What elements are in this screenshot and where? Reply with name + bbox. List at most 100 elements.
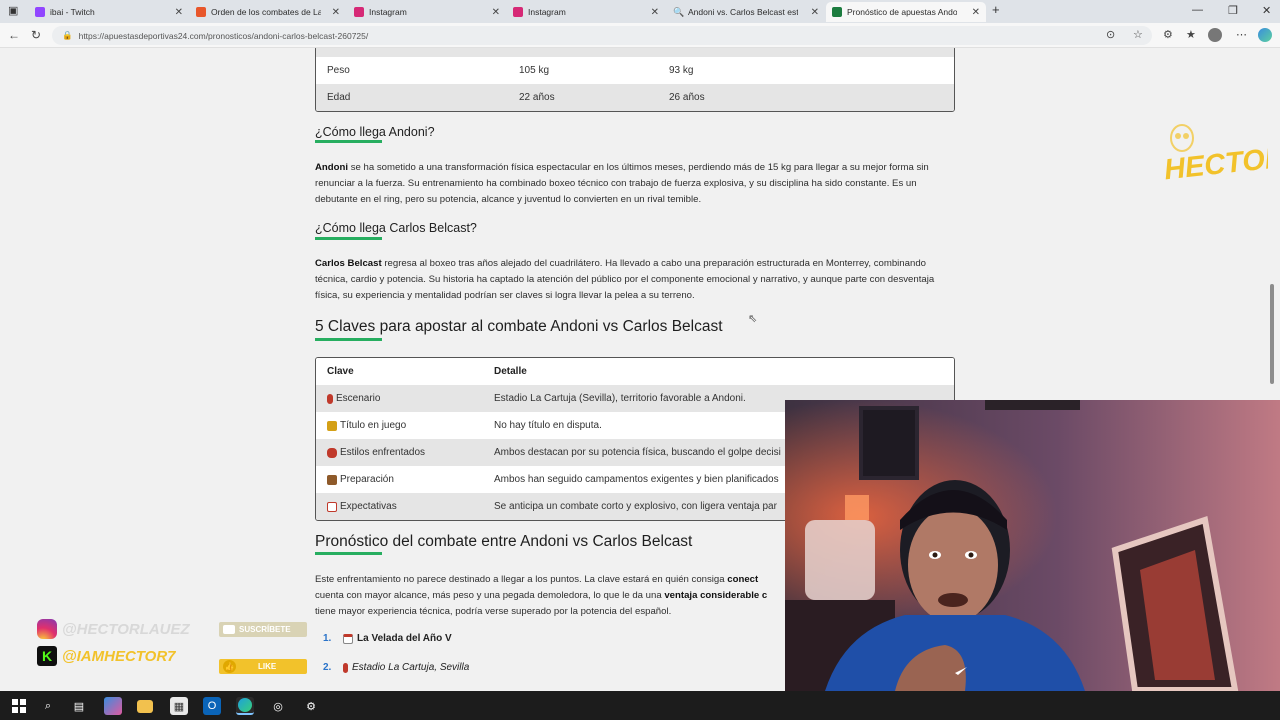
instagram-icon [513, 7, 523, 17]
webcam-feed [785, 400, 1280, 691]
heading-carlos: ¿Cómo llega Carlos Belcast? [315, 221, 477, 235]
pin-icon [343, 662, 348, 673]
bold-name: Andoni [315, 162, 349, 173]
reader-icon[interactable]: ⊙ [1106, 28, 1115, 41]
stat-label: Peso [327, 65, 350, 76]
tab-4[interactable]: Instagram ✕ [507, 2, 665, 22]
close-icon[interactable]: ✕ [811, 7, 819, 18]
tab-label: Pronóstico de apuestas Andoni vs [847, 7, 957, 17]
start-icon[interactable] [10, 697, 28, 715]
stat-value-carlos: 26 años [669, 92, 705, 103]
close-icon[interactable]: ✕ [175, 7, 183, 18]
paragraph-text: tiene mayor experiencia técnica, podría … [315, 606, 672, 617]
like-button[interactable]: 👍 LIKE [219, 659, 307, 674]
stats-table: Peso 105 kg 93 kg Edad 22 años 26 años [315, 48, 955, 112]
collections-icon[interactable]: ★ [1186, 28, 1196, 41]
store-icon[interactable]: ▦ [170, 697, 188, 715]
list-item: 1. La Velada del Año V [323, 633, 452, 644]
heading-pronostico: Pronóstico del combate entre Andoni vs C… [315, 533, 693, 550]
maximize-icon[interactable]: ❐ [1228, 4, 1238, 17]
site-info-icon[interactable]: 🔒 [62, 30, 73, 41]
search-icon[interactable]: ⌕ [39, 697, 57, 715]
edge-icon[interactable] [236, 697, 254, 715]
tab-5[interactable]: 🔍 Andoni vs. Carlos Belcast estadís ✕ [667, 2, 825, 22]
streamer-logo: HECTOR [1162, 120, 1268, 200]
favorite-star-icon[interactable]: ☆ [1133, 28, 1143, 41]
file-explorer-icon[interactable] [137, 700, 153, 713]
copilot-icon[interactable] [1258, 28, 1272, 42]
windows-taskbar: ⌕ ▤ ▦ O ◎ ⚙ [0, 691, 1280, 720]
bold-name: Carlos Belcast [315, 258, 382, 269]
key-label: Título en juego [340, 420, 407, 431]
bold-text: conect [727, 574, 759, 585]
outlook-icon[interactable]: O [203, 697, 221, 715]
task-view-icon[interactable]: ▤ [70, 697, 88, 715]
site-icon [196, 7, 206, 17]
tab-6-active[interactable]: Pronóstico de apuestas Andoni vs ✕ [826, 2, 986, 22]
boxing-glove-icon [327, 447, 337, 458]
address-bar: ← ↻ 🔒 https://apuestasdeportivas24.com/p… [0, 23, 1280, 48]
paragraph-text: cuenta con mayor alcance, más peso y una… [315, 590, 665, 601]
key-label: Preparación [340, 474, 394, 485]
table-row [316, 48, 954, 57]
copilot-icon[interactable] [104, 697, 122, 715]
tab-3[interactable]: Instagram ✕ [348, 2, 506, 22]
calendar-icon [343, 633, 353, 644]
close-icon[interactable]: ✕ [651, 7, 659, 18]
search-icon: 🔍 [673, 7, 685, 17]
tab-label: ibai - Twitch [50, 7, 95, 17]
kick-handle: K @IAMHECTOR7 [37, 646, 176, 666]
bold-text: ventaja considerable c [664, 590, 768, 601]
profile-avatar[interactable] [1208, 28, 1222, 42]
instagram-handle: @HECTORLAUEZ [37, 619, 190, 639]
paragraph-text: Este enfrentamiento no parece destinado … [315, 574, 728, 585]
handle-text: @IAMHECTOR7 [62, 647, 176, 665]
site-icon [832, 7, 842, 17]
weight-icon [327, 474, 337, 485]
list-number: 2. [323, 662, 332, 673]
tab-1[interactable]: ibai - Twitch ✕ [29, 2, 189, 22]
tab-label: Instagram [369, 7, 407, 17]
heading-keys: 5 Claves para apostar al combate Andoni … [315, 318, 723, 335]
key-label: Expectativas [340, 501, 397, 512]
tab-bar: ▣ ibai - Twitch ✕ Orden de los combates … [0, 0, 1280, 23]
paragraph-text: se ha sometido a una transformación físi… [315, 162, 929, 205]
youtube-icon [223, 625, 235, 634]
key-label: Escenario [336, 393, 381, 404]
stat-label: Edad [327, 92, 351, 103]
table-row: Peso 105 kg 93 kg [316, 57, 954, 84]
handle-text: @HECTORLAUEZ [62, 620, 190, 638]
tab-actions-icon[interactable]: ▣ [8, 4, 18, 17]
minimize-icon[interactable]: — [1192, 4, 1203, 16]
new-tab-icon[interactable]: + [992, 2, 1000, 17]
close-icon[interactable]: ✕ [492, 7, 500, 18]
refresh-icon[interactable]: ↻ [31, 28, 41, 42]
list-item: 2. Estadio La Cartuja, Sevilla [323, 662, 469, 673]
chart-icon [327, 501, 337, 512]
obs-icon[interactable]: ◎ [269, 697, 287, 715]
kick-icon: K [37, 646, 57, 666]
list-text: La Velada del Año V [357, 633, 452, 644]
extensions-icon[interactable]: ⚙ [1163, 28, 1173, 41]
list-text: Estadio La Cartuja, Sevilla [352, 662, 470, 673]
mouse-cursor-icon: ⇖ [748, 313, 758, 325]
heading-underline [315, 338, 382, 341]
back-icon[interactable]: ← [8, 28, 20, 42]
tab-2[interactable]: Orden de los combates de La Vel ✕ [190, 2, 346, 22]
url-field[interactable]: 🔒 https://apuestasdeportivas24.com/prono… [52, 26, 1152, 45]
close-window-icon[interactable]: ✕ [1262, 4, 1271, 17]
menu-dots-icon[interactable]: ⋯ [1236, 28, 1247, 41]
stat-value-carlos: 93 kg [669, 65, 694, 76]
column-header: Clave [327, 366, 354, 377]
like-label: LIKE [258, 662, 277, 671]
settings-gear-icon[interactable]: ⚙ [302, 697, 320, 715]
tab-label: Andoni vs. Carlos Belcast estadís [688, 7, 798, 17]
subscribe-label: SUSCRÍBETE [239, 625, 291, 634]
subscribe-button[interactable]: SUSCRÍBETE [219, 622, 307, 637]
scrollbar-thumb[interactable] [1270, 284, 1274, 384]
close-icon[interactable]: ✕ [332, 7, 340, 18]
heading-underline [315, 237, 382, 240]
close-icon[interactable]: ✕ [972, 7, 980, 18]
paragraph-carlos: Carlos Belcast regresa al boxeo tras año… [315, 256, 955, 304]
column-header: Detalle [494, 366, 527, 377]
